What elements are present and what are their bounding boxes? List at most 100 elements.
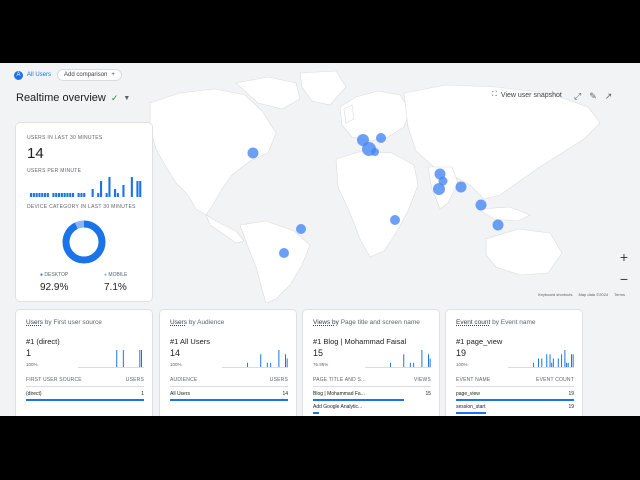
share-icon[interactable]: ↗ xyxy=(605,91,613,102)
minute-bar xyxy=(83,193,86,197)
dot-icon: ● xyxy=(104,272,108,278)
table-row[interactable]: Blog | Mohammad Fa... 15 xyxy=(313,391,431,397)
mini-bar xyxy=(538,358,539,367)
mini-bar-chart xyxy=(78,350,144,368)
minute-bar xyxy=(97,193,100,197)
row-value: 1 xyxy=(141,391,144,397)
page-title-row: Realtime overview ✓ ▼ xyxy=(16,92,130,104)
row-name: Blog | Mohammad Fa... xyxy=(313,391,365,397)
panel-title[interactable]: Users by First user source xyxy=(26,319,102,326)
table-row[interactable]: All Users 14 xyxy=(170,391,288,397)
minute-bar xyxy=(60,193,63,197)
map-footer: Keyboard shortcuts Map data ©2024 Terms xyxy=(538,292,625,297)
column-header-dimension: FIRST USER SOURCE xyxy=(26,377,82,383)
mini-bar xyxy=(567,362,569,367)
mobile-label: MOBILE xyxy=(108,272,128,278)
minute-bar xyxy=(91,189,94,197)
column-header-dimension: EVENT NAME xyxy=(456,377,491,383)
realtime-page: A All Users Add comparison + Realtime ov… xyxy=(0,63,640,416)
add-comparison-button[interactable]: Add comparison + xyxy=(57,69,122,81)
top-item: #1 All Users xyxy=(170,337,211,346)
column-header-metric: USERS xyxy=(269,377,288,383)
row-share-bar xyxy=(313,412,319,414)
keyboard-shortcuts-link[interactable]: Keyboard shortcuts xyxy=(538,292,572,297)
table-row[interactable]: page_view 19 xyxy=(456,391,574,397)
fullscreen-icon[interactable]: ⤢ xyxy=(574,91,581,102)
minute-bar xyxy=(58,193,61,197)
top-item-count: 1 xyxy=(26,348,32,358)
panel-title[interactable]: Users by Audience xyxy=(170,319,224,326)
segment-chip[interactable]: A All Users xyxy=(14,70,52,80)
mini-bar xyxy=(549,354,551,367)
table-row[interactable]: (direct) 1 xyxy=(26,391,144,397)
mini-bar xyxy=(557,358,559,367)
users-summary-card: USERS IN LAST 30 MINUTES 14 USERS PER MI… xyxy=(16,123,152,301)
row-value: 19 xyxy=(568,391,574,397)
mini-bar xyxy=(139,350,141,367)
desktop-label: DESKTOP xyxy=(44,272,69,278)
minute-bar xyxy=(66,193,69,197)
terms-link[interactable]: Terms xyxy=(614,292,625,297)
table-row[interactable]: session_start 19 xyxy=(456,404,574,410)
add-comparison-label: Add comparison xyxy=(64,72,108,78)
zoom-out-button[interactable]: − xyxy=(620,271,628,287)
column-header-metric: EVENT COUNT xyxy=(536,377,574,383)
mini-bar xyxy=(546,354,548,367)
segment-letter: A xyxy=(14,70,23,80)
top-item-percent: 100% xyxy=(170,362,182,367)
mini-bar-chart xyxy=(508,350,574,368)
panel-title-dimension[interactable]: by Event name xyxy=(492,319,535,326)
mini-bar xyxy=(566,362,568,367)
row-share-bar xyxy=(170,399,288,401)
minute-bar xyxy=(55,193,58,197)
segment-label: All Users xyxy=(27,72,52,78)
users-30min-value: 14 xyxy=(27,145,44,162)
edit-icon[interactable]: ✎ xyxy=(589,91,597,102)
mini-bar xyxy=(116,350,118,367)
caret-down-icon[interactable]: ▼ xyxy=(123,95,130,102)
minute-bar xyxy=(77,193,80,197)
panel-title-metric[interactable]: Users xyxy=(170,319,187,326)
divider xyxy=(456,386,574,387)
map-data-text: Map data ©2024 xyxy=(578,292,609,297)
minute-bar xyxy=(116,193,119,197)
row-value: 15 xyxy=(425,391,431,397)
dot-icon: ● xyxy=(40,272,44,278)
panel-title-metric[interactable]: Views by xyxy=(313,319,339,326)
panel-title[interactable]: Views by Page title and screen name xyxy=(313,319,420,326)
column-header-metric: VIEWS xyxy=(413,377,431,383)
row-name: All Users xyxy=(170,391,191,397)
panel-title-dimension[interactable]: Page title and screen name xyxy=(341,319,420,326)
comparison-bar: A All Users Add comparison + xyxy=(14,69,122,81)
device-category-label: DEVICE CATEGORY IN LAST 30 MINUTES xyxy=(27,204,136,210)
mini-bar xyxy=(266,362,268,367)
column-header-dimension: AUDIENCE xyxy=(170,377,198,383)
minute-bar xyxy=(80,193,83,197)
panel-title-dimension[interactable]: by Audience xyxy=(189,319,224,326)
row-share-bar xyxy=(313,399,404,401)
row-name: Add Google Analytic... xyxy=(313,404,363,410)
mini-bar xyxy=(286,358,288,367)
minute-bar xyxy=(44,193,47,197)
legend-desktop-name: ● DESKTOP xyxy=(40,272,68,278)
panel-title-dimension[interactable]: by First user source xyxy=(45,319,102,326)
top-item-percent: 76.95% xyxy=(313,362,329,367)
minute-bar xyxy=(108,177,111,197)
zoom-in-button[interactable]: + xyxy=(620,249,628,265)
minute-bar xyxy=(136,181,139,197)
desktop-value: 92.9% xyxy=(40,282,69,293)
mini-bar xyxy=(564,350,566,367)
minute-bar xyxy=(139,181,142,197)
top-item-count: 14 xyxy=(170,348,181,358)
panel-title[interactable]: Event count by Event name xyxy=(456,319,536,326)
row-name: (direct) xyxy=(26,391,42,397)
panel-title-metric[interactable]: Users xyxy=(26,319,43,326)
panel-title-metric[interactable]: Event count xyxy=(456,319,490,326)
minute-bar xyxy=(30,193,33,197)
view-snapshot-label: View user snapshot xyxy=(500,91,562,99)
mini-bar-chart xyxy=(222,350,288,368)
table-row[interactable]: Add Google Analytic... xyxy=(313,404,431,410)
minute-bar xyxy=(35,193,38,197)
view-user-snapshot-button[interactable]: ⛶ View user snapshot xyxy=(492,91,562,99)
row-value: 14 xyxy=(282,391,288,397)
